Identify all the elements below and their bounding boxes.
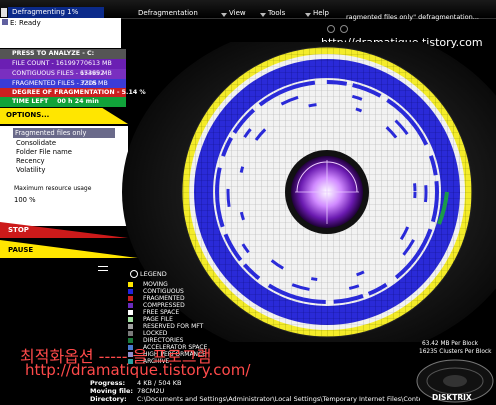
legend-icon <box>130 270 138 278</box>
watermark-url-bottom: http://dramatique.tistory.com/ <box>25 361 251 379</box>
directory-value: C:\Documents and Settings\Administrator\… <box>137 395 420 403</box>
file-count-row: FILE COUNT - 161997 70613 MB <box>0 59 126 69</box>
legend-item: COMPRESSED <box>128 302 185 309</box>
legend-label: COMPRESSED <box>143 302 185 309</box>
logo-text: DISKTRIX <box>432 393 472 402</box>
window-icon <box>1 8 7 17</box>
legend-item: LOCKED <box>128 330 167 337</box>
option-recency[interactable]: Recency <box>16 157 45 165</box>
minimize-icon[interactable] <box>327 25 335 33</box>
resource-usage-label: Maximum resource usage <box>14 185 92 192</box>
menu-defragmentation[interactable]: Defragmentation <box>138 9 198 17</box>
clusters-per-block: 16235 Clusters Per Block <box>419 349 492 355</box>
moving-file-value: 78CM2U <box>137 387 165 395</box>
legend-label: LOCKED <box>143 330 168 337</box>
legend-swatch <box>128 282 133 287</box>
directory-label: Directory: <box>90 395 127 403</box>
menu-help[interactable]: Help <box>305 9 329 17</box>
menu-help-label: Help <box>313 9 329 17</box>
chevron-down-icon <box>305 13 311 17</box>
legend-title: LEGEND <box>140 270 167 278</box>
progress-row: Progress: 4 KB / 504 KB <box>90 379 181 387</box>
option-fragmented-only[interactable]: Fragmented files only <box>13 128 115 138</box>
legend-swatch <box>128 317 133 322</box>
stop-label[interactable]: STOP <box>8 226 29 234</box>
time-left-row: TIME LEFT 00 h 24 min <box>0 97 126 107</box>
legend-label: PAGE FILE <box>143 316 173 323</box>
time-left-value: 00 h 24 min <box>57 98 99 105</box>
legend-item: RESERVED FOR MFT <box>128 323 203 330</box>
legend-swatch <box>128 324 133 329</box>
chevron-down-icon <box>260 13 266 17</box>
legend-label: MOVING <box>143 281 168 288</box>
file-count-value: 161997 <box>55 60 80 67</box>
legend-label: RESERVED FOR MFT <box>143 323 204 330</box>
status-chip: Defragmenting 1% <box>8 7 104 18</box>
resource-usage-value[interactable]: 100 % <box>14 196 36 204</box>
drive-status-text: Ready <box>19 19 41 27</box>
legend-swatch <box>128 289 133 294</box>
option-volatility[interactable]: Volatility <box>16 166 45 174</box>
contiguous-label: CONTIGUOUS FILES - <box>12 70 79 77</box>
menu-view-label: View <box>229 9 246 17</box>
chevron-down-icon <box>221 13 227 17</box>
menu-tools-label: Tools <box>268 9 286 17</box>
menu-view[interactable]: View <box>221 9 246 17</box>
legend-label: FREE SPACE <box>143 309 180 316</box>
moving-file-row: Moving file: 78CM2U <box>90 387 164 395</box>
divider <box>98 266 108 267</box>
legend-label: FRAGMENTED <box>143 295 185 302</box>
file-count-label: FILE COUNT - <box>12 60 54 67</box>
legend-swatch <box>128 331 133 336</box>
block-size: 63.42 MB Per Block <box>422 341 479 347</box>
legend-swatch <box>128 296 133 301</box>
menu-tools[interactable]: Tools <box>260 9 286 17</box>
tooltip-text: ragmented files only" defragmentation... <box>346 13 479 21</box>
divider <box>98 270 108 271</box>
legend-swatch <box>128 310 133 315</box>
contiguous-size: 67395 MB <box>80 70 112 77</box>
pause-label[interactable]: PAUSE <box>8 246 33 254</box>
progress-value: 4 KB / 504 KB <box>137 379 182 387</box>
progress-label: Progress: <box>90 379 126 387</box>
file-count-size: 70613 MB <box>80 60 112 67</box>
legend-item: MOVING <box>128 281 168 288</box>
legend-label: CONTIGUOUS <box>143 288 184 295</box>
drive-status[interactable]: E: Ready <box>2 19 41 27</box>
legend-item: PAGE FILE <box>128 316 173 323</box>
legend-item: FRAGMENTED <box>128 295 185 302</box>
legend-item: CONTIGUOUS <box>128 288 184 295</box>
contiguous-row: CONTIGUOUS FILES - 154692 67395 MB <box>0 69 126 79</box>
directory-row: Directory: C:\Documents and Settings\Admi… <box>90 395 420 403</box>
option-folder-file-name[interactable]: Folder File name <box>16 148 72 156</box>
time-left-label: TIME LEFT <box>12 98 49 105</box>
analyze-button[interactable]: PRESS TO ANALYZE - C: <box>0 49 126 59</box>
drive-label: E: <box>10 19 17 27</box>
moving-file-label: Moving file: <box>90 387 133 395</box>
option-consolidate[interactable]: Consolidate <box>16 139 56 147</box>
legend-item: FREE SPACE <box>128 309 179 316</box>
options-label[interactable]: OPTIONS... <box>6 111 49 119</box>
close-icon[interactable] <box>340 25 348 33</box>
fragmented-label: FRAGMENTED FILES - <box>12 80 79 87</box>
drive-icon <box>2 19 8 25</box>
legend-swatch <box>128 303 133 308</box>
